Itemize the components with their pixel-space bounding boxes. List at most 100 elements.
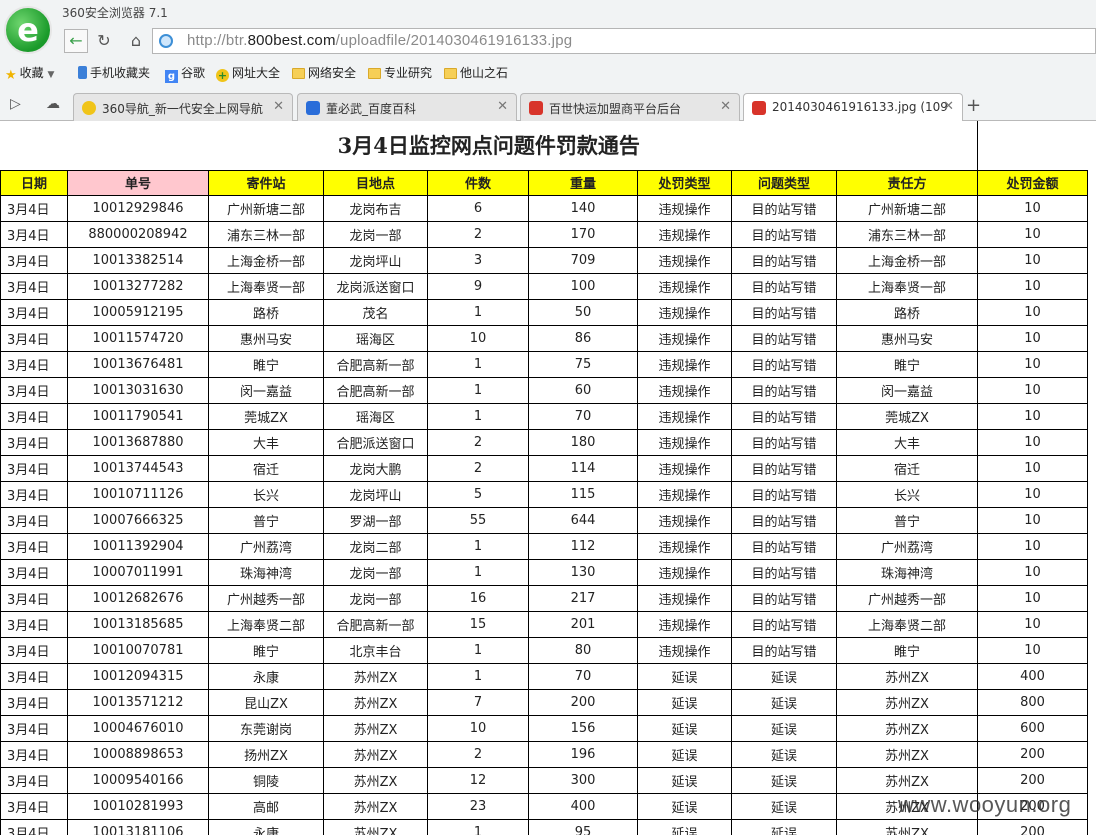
table-cell: 156 xyxy=(528,714,638,742)
table-cell: 86 xyxy=(528,324,638,352)
table-cell: 闵一嘉益 xyxy=(208,376,324,404)
back-arrow-icon[interactable]: ← xyxy=(64,29,88,53)
site-directory-icon xyxy=(82,101,96,115)
bookmark-favorites[interactable]: ★ 收藏 ▼ xyxy=(5,64,55,83)
cloud-icon[interactable]: ☁ xyxy=(46,96,60,112)
column-header: 处罚类型 xyxy=(637,169,732,196)
home-icon[interactable]: ⌂ xyxy=(124,29,148,53)
google-icon: g xyxy=(165,70,178,83)
table-cell: 目的站写错 xyxy=(731,350,837,378)
table-cell: 违规操作 xyxy=(637,220,732,248)
table-cell: 延误 xyxy=(637,766,732,794)
table-cell: 目的站写错 xyxy=(731,454,837,482)
tab-360-nav[interactable]: 360导航_新一代安全上网导航 ✕ xyxy=(73,93,293,121)
table-cell: 400 xyxy=(528,792,638,820)
bookmarks-bar: ★ 收藏 ▼ 手机收藏夹 g 谷歌 + 网址大全 网络安全 专业研究 他山之石 xyxy=(0,60,1096,84)
table-row: 3月4日 10008898653 扬州ZX 苏州ZX 2 196 延误 延误 苏州ZX 200 xyxy=(0,740,1088,768)
table-cell: 茂名 xyxy=(323,298,428,326)
table-cell: 3月4日 xyxy=(0,376,68,404)
bookmark-label: 手机收藏夹 xyxy=(90,66,151,80)
close-icon[interactable]: ✕ xyxy=(273,99,284,114)
table-cell: 10 xyxy=(977,298,1088,326)
url-text[interactable]: http://btr.800best.com/uploadfile/201403… xyxy=(187,32,572,49)
table-cell: 宿迁 xyxy=(208,454,324,482)
site-info-icon[interactable] xyxy=(159,34,173,48)
bookmark-mobile[interactable]: 手机收藏夹 xyxy=(78,64,150,81)
table-cell: 苏州ZX xyxy=(323,740,428,768)
table-cell: 10 xyxy=(977,376,1088,404)
table-cell: 10 xyxy=(427,714,529,742)
table-cell: 延误 xyxy=(731,818,837,835)
table-cell: 10 xyxy=(977,454,1088,482)
column-header: 件数 xyxy=(427,169,529,196)
table-cell: 上海奉贤一部 xyxy=(208,272,324,300)
address-row: ← ↻ ⌂ http://btr.800best.com/uploadfile/… xyxy=(60,27,1096,55)
url-path: /uploadfile/2014030461916133.jpg xyxy=(335,32,573,49)
table-cell: 苏州ZX xyxy=(836,740,978,768)
table-cell: 目的站写错 xyxy=(731,194,837,222)
table-row: 3月4日 10004676010 东莞谢岗 苏州ZX 10 156 延误 延误 苏州ZX 600 xyxy=(0,714,1088,742)
table-cell: 217 xyxy=(528,584,638,612)
table-cell: 苏州ZX xyxy=(836,662,978,690)
table-cell: 大丰 xyxy=(208,428,324,456)
table-cell: 普宁 xyxy=(836,506,978,534)
table-row: 3月4日 10013277282 上海奉贤一部 龙岗派送窗口 9 100 违规操作 目的站写错… xyxy=(0,272,1088,300)
table-cell: 延误 xyxy=(637,688,732,716)
table-cell: 目的站写错 xyxy=(731,558,837,586)
table-cell: 违规操作 xyxy=(637,428,732,456)
table-cell: 大丰 xyxy=(836,428,978,456)
bookmark-google[interactable]: g 谷歌 xyxy=(165,64,205,83)
table-cell: 3月4日 xyxy=(0,246,68,274)
sidebar-toggle-icon[interactable]: ▷ xyxy=(10,96,21,112)
table-cell: 70 xyxy=(528,662,638,690)
table-cell: 10 xyxy=(977,194,1088,222)
table-cell: 200 xyxy=(977,766,1088,794)
close-icon[interactable]: ✕ xyxy=(943,99,954,114)
table-cell: 201 xyxy=(528,610,638,638)
table-cell: 延误 xyxy=(637,714,732,742)
table-cell: 永康 xyxy=(208,662,324,690)
table-cell: 3月4日 xyxy=(0,402,68,430)
table-cell: 1 xyxy=(427,636,529,664)
tab-baike[interactable]: 董必武_百度百科 ✕ xyxy=(297,93,517,121)
chevron-down-icon[interactable]: ▼ xyxy=(48,70,55,80)
new-tab-icon[interactable]: + xyxy=(966,95,981,116)
folder-icon xyxy=(292,68,305,79)
bookmark-label: 收藏 xyxy=(19,66,44,80)
table-cell: 上海奉贤二部 xyxy=(208,610,324,638)
refresh-icon[interactable]: ↻ xyxy=(92,29,116,53)
close-icon[interactable]: ✕ xyxy=(720,99,731,114)
browser-logo-icon: e xyxy=(4,6,52,54)
table-cell: 10008898653 xyxy=(67,740,209,768)
table-cell: 目的站写错 xyxy=(731,324,837,352)
table-cell: 目的站写错 xyxy=(731,376,837,404)
column-header: 日期 xyxy=(0,169,68,196)
table-cell: 3月4日 xyxy=(0,272,68,300)
table-cell: 上海金桥一部 xyxy=(836,246,978,274)
bookmark-folder-security[interactable]: 网络安全 xyxy=(292,64,356,81)
bookmark-label: 网址大全 xyxy=(232,66,281,80)
table-cell: 75 xyxy=(528,350,638,378)
tab-800best-admin[interactable]: 百世快运加盟商平台后台 ✕ xyxy=(520,93,740,121)
table-cell: 罗湖一部 xyxy=(323,506,428,534)
table-cell: 1 xyxy=(427,662,529,690)
table-cell: 合肥高新一部 xyxy=(323,350,428,378)
bookmark-folder-research[interactable]: 专业研究 xyxy=(368,64,432,81)
table-row: 3月4日 10013571212 昆山ZX 苏州ZX 7 200 延误 延误 苏州ZX 800 xyxy=(0,688,1088,716)
close-icon[interactable]: ✕ xyxy=(497,99,508,114)
table-cell: 龙岗派送窗口 xyxy=(323,272,428,300)
table-cell: 10 xyxy=(977,272,1088,300)
table-cell: 100 xyxy=(528,272,638,300)
table-cell: 10007666325 xyxy=(67,506,209,534)
address-bar[interactable]: http://btr.800best.com/uploadfile/201403… xyxy=(152,28,1096,54)
table-cell: 延误 xyxy=(731,740,837,768)
table-cell: 10013571212 xyxy=(67,688,209,716)
table-cell: 400 xyxy=(977,662,1088,690)
table-cell: 5 xyxy=(427,480,529,508)
table-cell: 浦东三林一部 xyxy=(836,220,978,248)
bookmark-site-directory[interactable]: + 网址大全 xyxy=(216,64,280,82)
bookmark-folder-other[interactable]: 他山之石 xyxy=(444,64,508,81)
tab-image[interactable]: 2014030461916133.jpg (109 ✕ xyxy=(743,93,963,122)
table-cell: 目的站写错 xyxy=(731,506,837,534)
table-cell: 北京丰台 xyxy=(323,636,428,664)
